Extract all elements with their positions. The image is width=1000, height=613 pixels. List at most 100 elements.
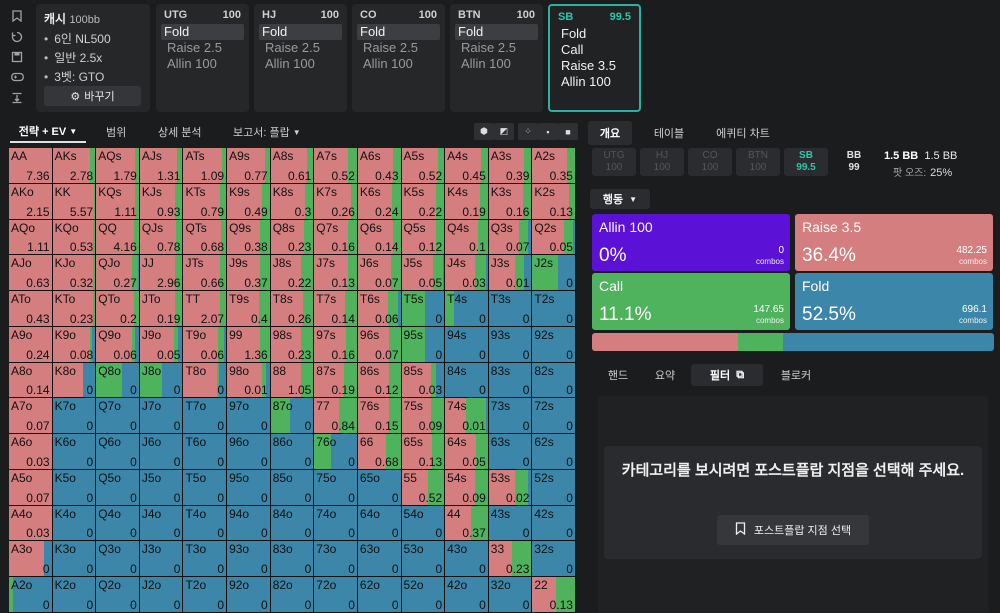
action-box-call[interactable]: Call 11.1% 147.65 combos bbox=[592, 273, 790, 330]
hand-cell[interactable]: Q5s 0.12 bbox=[401, 219, 445, 255]
hand-cell[interactable]: A6o 0.03 bbox=[9, 434, 52, 469]
hand-cell[interactable]: Q3s 0.07 bbox=[488, 219, 532, 255]
save-icon[interactable] bbox=[0, 47, 34, 67]
hand-cell[interactable]: A9o 0.24 bbox=[9, 326, 52, 362]
hand-cell[interactable]: J3o 0 bbox=[139, 541, 183, 577]
seat-hj[interactable]: HJ 100 bbox=[640, 148, 684, 176]
position-action[interactable]: Raise 2.5 bbox=[458, 40, 535, 56]
hand-cell[interactable]: A5s 0.52 bbox=[401, 148, 445, 183]
hand-cell[interactable]: 88 1.05 bbox=[270, 362, 314, 398]
hand-cell[interactable]: 43s 0 bbox=[488, 505, 532, 541]
hand-cell[interactable]: Q2o 0 bbox=[96, 577, 139, 612]
hand-cell[interactable]: JTs 0.66 bbox=[183, 255, 227, 291]
position-action[interactable]: Raise 2.5 bbox=[360, 40, 437, 56]
hand-cell[interactable]: 62s 0 bbox=[532, 434, 575, 469]
hand-cell[interactable]: A7s 0.52 bbox=[314, 148, 357, 183]
hand-cell[interactable]: 33 0.23 bbox=[488, 541, 532, 577]
hand-cell[interactable]: 52s 0 bbox=[532, 469, 575, 505]
hand-cell[interactable]: J6o 0 bbox=[139, 434, 183, 469]
hand-cell[interactable]: Q7s 0.16 bbox=[314, 219, 357, 255]
hand-cell[interactable]: ATo 0.43 bbox=[9, 291, 52, 326]
hand-cell[interactable]: 86o 0 bbox=[270, 434, 314, 469]
hand-cell[interactable]: 42s 0 bbox=[532, 505, 575, 541]
hand-cell[interactable]: J8s 0.22 bbox=[270, 255, 314, 291]
position-action[interactable]: Call bbox=[558, 42, 631, 58]
hand-cell[interactable]: J9o 0.05 bbox=[139, 326, 183, 362]
hand-cell[interactable]: 94o 0 bbox=[227, 505, 270, 541]
action-box-allin[interactable]: Allin 100 0% 0 combos bbox=[592, 214, 790, 271]
hand-cell[interactable]: K9o 0.08 bbox=[52, 326, 96, 362]
square-icon[interactable]: ■ bbox=[558, 123, 578, 140]
position-card-hj[interactable]: HJ 100 Fold Raise 2.5 Allin 100 bbox=[254, 4, 347, 112]
action-dropdown[interactable]: 행동 ▼ bbox=[590, 189, 650, 209]
hand-cell[interactable]: K6s 0.24 bbox=[357, 183, 401, 219]
hand-cell[interactable]: Q8s 0.23 bbox=[270, 219, 314, 255]
hand-cell[interactable]: T3o 0 bbox=[183, 541, 227, 577]
hand-cell[interactable]: 97o 0 bbox=[227, 398, 270, 434]
gamepad-icon[interactable] bbox=[0, 67, 34, 87]
hand-cell[interactable]: AA 7.36 bbox=[9, 148, 52, 183]
hand-cell[interactable]: T5s 0 bbox=[401, 291, 445, 326]
hand-cell[interactable]: J9s 0.37 bbox=[227, 255, 270, 291]
hand-cell[interactable]: J6s 0.07 bbox=[357, 255, 401, 291]
grid-view-icon[interactable]: ⁘ bbox=[518, 123, 538, 140]
hand-cell[interactable]: QJo 0.27 bbox=[96, 255, 139, 291]
hand-cell[interactable]: Q4s 0.1 bbox=[445, 219, 488, 255]
hand-cell[interactable]: 66 0.68 bbox=[357, 434, 401, 469]
hand-cell[interactable]: TT 2.07 bbox=[183, 291, 227, 326]
split-icon[interactable]: ◩ bbox=[494, 123, 514, 140]
hand-cell[interactable]: 63s 0 bbox=[488, 434, 532, 469]
hand-cell[interactable]: 98s 0.23 bbox=[270, 326, 314, 362]
hand-cell[interactable]: KK 5.57 bbox=[52, 183, 96, 219]
hand-cell[interactable]: Q9s 0.38 bbox=[227, 219, 270, 255]
hand-cell[interactable]: 73o 0 bbox=[314, 541, 357, 577]
hand-cell[interactable]: 75o 0 bbox=[314, 469, 357, 505]
hand-cell[interactable]: A8s 0.61 bbox=[270, 148, 314, 183]
hand-cell[interactable]: JTo 0.19 bbox=[139, 291, 183, 326]
hand-cell[interactable]: 64o 0 bbox=[357, 505, 401, 541]
position-action[interactable]: Allin 100 bbox=[262, 56, 339, 72]
hand-cell[interactable]: 84o 0 bbox=[270, 505, 314, 541]
hand-cell[interactable]: K3o 0 bbox=[52, 541, 96, 577]
hand-cell[interactable]: 92o 0 bbox=[227, 577, 270, 612]
seat-utg[interactable]: UTG 100 bbox=[592, 148, 636, 176]
hand-cell[interactable]: 65o 0 bbox=[357, 469, 401, 505]
hand-cell[interactable]: T3s 0 bbox=[488, 291, 532, 326]
position-action[interactable]: Raise 3.5 bbox=[558, 58, 631, 74]
hand-cell[interactable]: A7o 0.07 bbox=[9, 398, 52, 434]
hand-cell[interactable]: J5o 0 bbox=[139, 469, 183, 505]
tab-hand[interactable]: 핸드 bbox=[598, 364, 638, 386]
hand-cell[interactable]: T7s 0.14 bbox=[314, 291, 357, 326]
tab-report[interactable]: 보고서: 플랍 ▼ bbox=[233, 121, 301, 143]
hand-cell[interactable]: 95s 0 bbox=[401, 326, 445, 362]
hand-cell[interactable]: QTs 0.68 bbox=[183, 219, 227, 255]
hand-cell[interactable]: 43o 0 bbox=[445, 541, 488, 577]
tab-table[interactable]: 테이블 bbox=[646, 121, 692, 145]
hand-cell[interactable]: K7s 0.26 bbox=[314, 183, 357, 219]
hand-cell[interactable]: 83o 0 bbox=[270, 541, 314, 577]
hand-cell[interactable]: 74o 0 bbox=[314, 505, 357, 541]
tab-summary[interactable]: 요약 bbox=[645, 364, 685, 386]
position-action[interactable]: Fold bbox=[558, 26, 631, 42]
tab-filter[interactable]: 필터 ⧉ bbox=[691, 364, 763, 386]
hand-cell[interactable]: A5o 0.07 bbox=[9, 469, 52, 505]
hand-cell[interactable]: 95o 0 bbox=[227, 469, 270, 505]
hand-cell[interactable]: J4s 0.03 bbox=[445, 255, 488, 291]
hand-cell[interactable]: AQs 1.79 bbox=[96, 148, 139, 183]
hand-cell[interactable]: 85o 0 bbox=[270, 469, 314, 505]
hand-cell[interactable]: 76s 0.15 bbox=[357, 398, 401, 434]
seat-bb[interactable]: BB 99 bbox=[832, 148, 876, 176]
change-button[interactable]: ⚙ 바꾸기 bbox=[44, 86, 141, 106]
hand-cell[interactable]: T6s 0.06 bbox=[357, 291, 401, 326]
hand-cell[interactable]: T6o 0 bbox=[183, 434, 227, 469]
hand-cell[interactable]: KQo 0.53 bbox=[52, 219, 96, 255]
hand-cell[interactable]: T2o 0 bbox=[183, 577, 227, 612]
hand-cell[interactable]: QJs 0.78 bbox=[139, 219, 183, 255]
hand-cell[interactable]: 44 0.37 bbox=[445, 505, 488, 541]
position-action[interactable]: Fold bbox=[161, 24, 244, 40]
hand-cell[interactable]: K4o 0 bbox=[52, 505, 96, 541]
hand-cell[interactable]: JJ 2.96 bbox=[139, 255, 183, 291]
hand-cell[interactable]: K8s 0.3 bbox=[270, 183, 314, 219]
hand-cell[interactable]: K5o 0 bbox=[52, 469, 96, 505]
tab-overview[interactable]: 개요 bbox=[588, 121, 632, 145]
